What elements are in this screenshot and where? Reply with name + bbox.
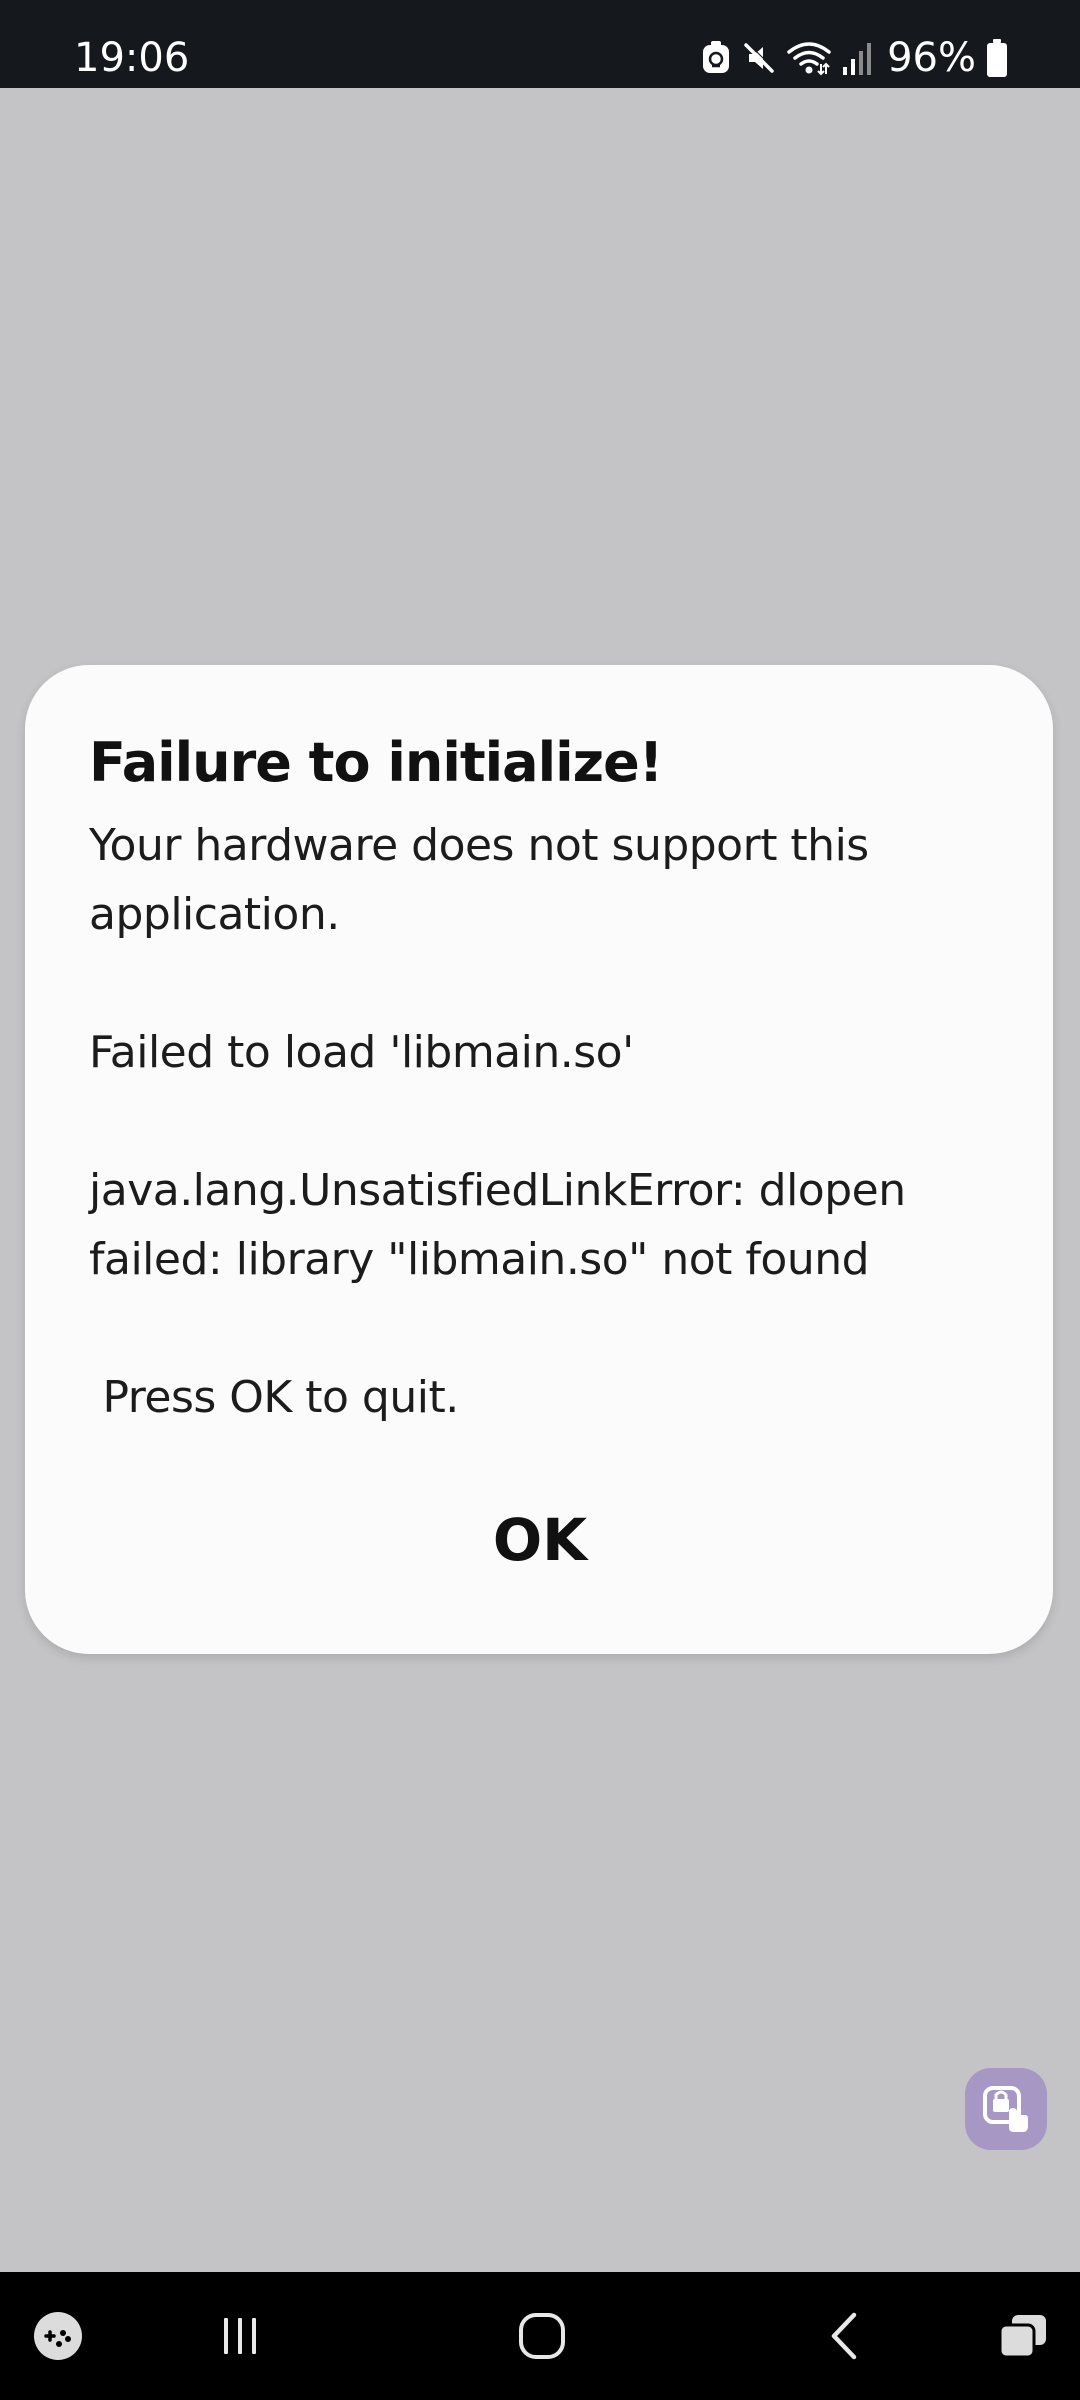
back-button[interactable] [812, 2272, 876, 2400]
dialog-title: Failure to initialize! [89, 731, 663, 794]
recents-icon [224, 2318, 256, 2354]
game-launcher-button[interactable] [26, 2272, 90, 2400]
mute-icon [744, 42, 775, 73]
home-button[interactable] [500, 2272, 584, 2400]
battery-icon [987, 39, 1007, 77]
status-time: 19:06 [74, 35, 190, 81]
multiwindow-icon [998, 2315, 1046, 2359]
status-icons: 96% [701, 36, 1008, 80]
multiwindow-button[interactable] [990, 2272, 1056, 2400]
wifi-icon [787, 42, 831, 76]
home-icon [519, 2313, 565, 2359]
game-launcher-icon [34, 2312, 82, 2360]
dialog-message: Your hardware does not support this appl… [89, 820, 906, 1423]
recents-button[interactable] [200, 2272, 280, 2400]
battery-percentage: 96% [887, 35, 976, 81]
floating-touch-lock-button[interactable] [965, 2068, 1047, 2150]
ok-button[interactable]: OK [365, 1485, 715, 1595]
signal-icon [843, 43, 872, 75]
status-bar: 19:06 96% [0, 0, 1080, 88]
notification-app-icon [703, 41, 730, 73]
error-dialog: Failure to initialize! Your hardware doe… [25, 665, 1053, 1654]
touch-lock-icon [983, 2086, 1028, 2132]
back-icon [831, 2312, 857, 2360]
navigation-bar [0, 2272, 1080, 2400]
